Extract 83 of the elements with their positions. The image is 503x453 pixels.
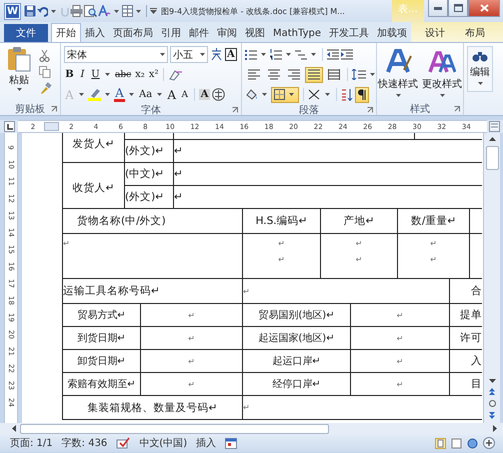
insert-mode[interactable]: 插入 [196,436,216,450]
word-count[interactable]: 字数: 436 [62,436,108,450]
table-cell: 集装箱规格、数量及号码↵ [63,396,243,419]
table-cell: 起运国家(地区)↵ [243,327,351,349]
quick-styles-button[interactable]: 快速样式 [378,46,418,102]
italic-button[interactable]: I [77,69,88,80]
bold-button[interactable]: B [64,69,75,80]
page-count[interactable]: 页面: 1/1 [10,436,53,450]
subscript-button[interactable]: x₂ [134,69,146,80]
table-cell: ↵ ↵ [398,234,470,278]
ribbon-tab[interactable]: 开发工具 [324,24,373,42]
table-cell-text: ↵ [243,402,251,414]
language-indicator[interactable]: 中文(中国) [139,436,188,450]
group-label: 段落 [299,104,319,116]
table-cell-text: ↵ [174,190,184,205]
table-cell: (外文)↵ [125,186,174,208]
table-cell: 卸货日期↵ [63,350,141,372]
table-cell-text: ↵ [174,144,184,159]
table-cell: 收货人↵ [63,163,125,208]
table-cell: 贸易方式↵ [63,304,141,326]
table-cell-text: 合 [470,284,482,299]
paste-button[interactable]: 粘贴 [3,46,35,102]
grow-font-button[interactable]: A [166,88,178,102]
table-cell: ↵ [141,373,243,395]
context-tab-title: 表... [392,0,424,22]
ribbon-tab[interactable]: 视图 [241,24,269,42]
table-cell: 产地↵ [321,209,398,233]
table-cell: ↵ [141,304,243,326]
table-cell-text: 入 [470,354,482,369]
app-icon[interactable]: W [5,4,20,18]
ribbon-tab[interactable]: 审阅 [213,24,241,42]
ribbon-tab[interactable]: 开始 [51,23,81,42]
window-title: 图9-4入境货物报检单 - 改线条.doc [兼容模式] M... [161,6,346,16]
table-cell: 货物名称(中/外文) [63,209,243,233]
table-cell: ↵ ↵ [321,234,398,278]
table-cell: (中文)↵ [125,163,174,185]
table-cell: (外文)↵ [125,140,174,162]
ribbon-tab[interactable]: 邮件 [185,24,213,42]
table-cell: ↵ [351,327,450,349]
table-cell: ↵ [351,350,450,372]
table-cell-text: ↵ [174,167,184,182]
file-tab[interactable]: 文件 [4,24,48,42]
font-name-field[interactable]: 宋体 [64,46,168,63]
font-color-button[interactable]: A [114,87,125,102]
table-cell: 数/重量↵ [398,209,470,233]
table-cell: 索赔有效期至↵ [63,373,141,395]
ribbon-tab[interactable]: 插入 [81,24,109,42]
table-cell: ↵ [351,373,450,395]
strikethrough-button[interactable]: abc [114,70,132,80]
editing-button[interactable]: 编辑 [467,46,493,92]
font-size-field[interactable]: 小五 [170,46,208,63]
ribbon-tab[interactable]: 加载项 [372,24,411,42]
table-cell: ↵ [141,350,243,372]
ribbon-tab[interactable]: 布局 [454,24,495,42]
change-case-button[interactable]: Aa [138,89,154,100]
table-cell: ↵ [351,304,450,326]
table-cell-text: 提单 [459,308,482,323]
ribbon-tab[interactable]: 设计 [414,24,455,42]
table-cell: 经停口岸↵ [243,373,351,395]
table-cell-text: 目 [470,377,482,392]
table-cell: 运输工具名称号码↵ [63,279,243,303]
table-cell: ↵ ↵ [243,234,321,278]
ribbon-tab[interactable]: 引用 [157,24,185,42]
character-border-button[interactable]: A [225,48,237,61]
table-cell: 发货人↵ [63,133,125,162]
table-cell: ↵ [63,234,243,278]
shrink-font-button[interactable]: A [179,90,190,100]
table-cell: H.S.编码↵ [243,209,321,233]
table-cell: 到货日期↵ [63,327,141,349]
table-cell: 起运口岸↵ [243,350,351,372]
table-cell: 贸易国别(地区)↵ [243,304,351,326]
table-cell: ↵ [141,327,243,349]
underline-button[interactable]: U [90,69,101,80]
ribbon-tab[interactable]: MathType [269,24,325,42]
table-cell: ↵ [243,279,450,303]
character-shading-button[interactable]: A [199,89,210,100]
change-styles-button[interactable]: 更改样式 [422,46,462,102]
group-label: 字体 [141,104,161,116]
group-label: 样式 [410,102,430,116]
superscript-button[interactable]: x² [148,69,160,80]
table-cell-text: 许可 [459,331,482,346]
ribbon-tab[interactable]: 页面布局 [109,24,157,42]
group-label: 剪贴板 [15,102,45,116]
